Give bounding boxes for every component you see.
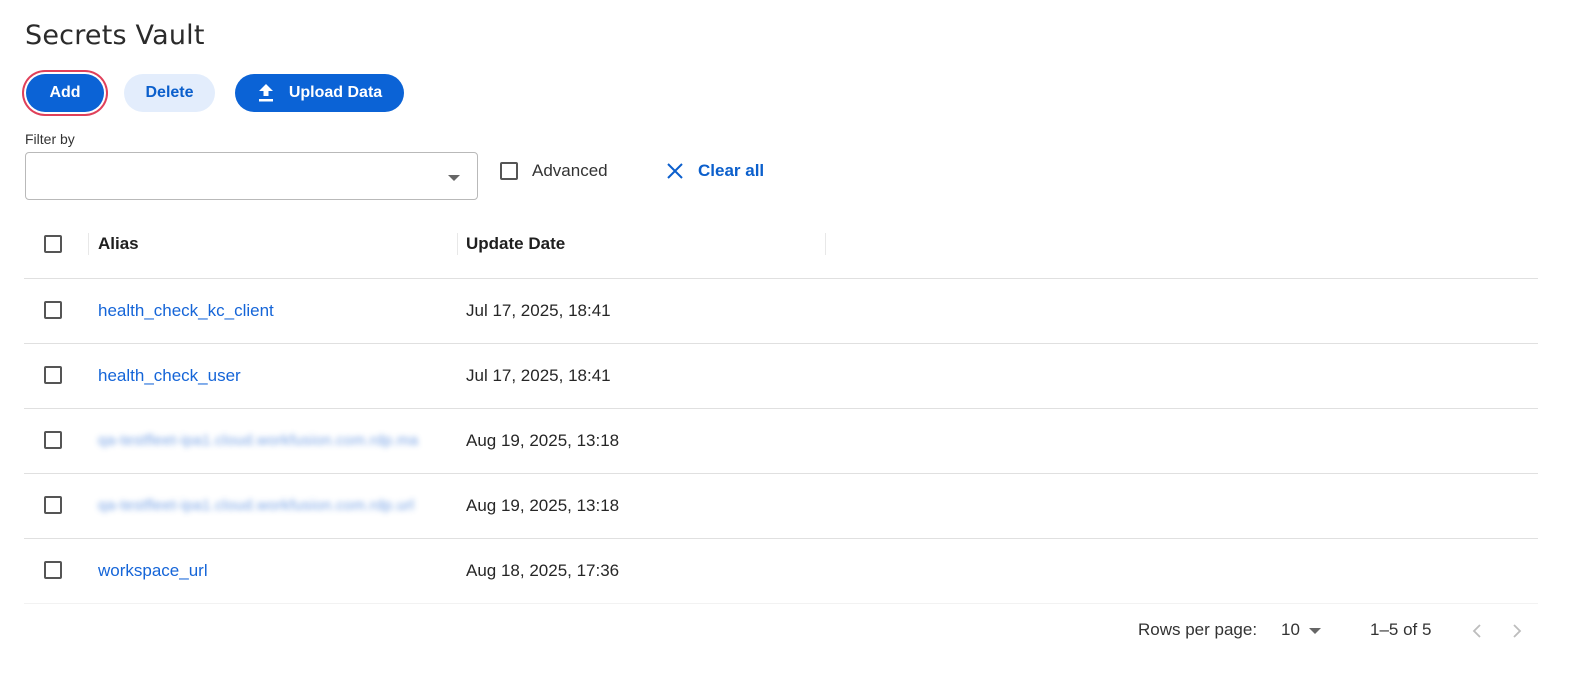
toolbar: Add Delete Upload Data [25,74,404,112]
alias-link[interactable]: health_check_kc_client [98,279,274,343]
alias-link[interactable]: health_check_user [98,344,241,408]
upload-data-label: Upload Data [288,84,383,101]
update-date: Aug 18, 2025, 17:36 [466,561,620,580]
column-header-alias[interactable]: Alias [98,212,139,278]
update-date: Aug 19, 2025, 13:18 [466,431,620,450]
column-separator [825,233,826,255]
table-header-row: Alias Update Date [24,212,1538,279]
secrets-vault-page: Secrets Vault Add Delete Upload Data Fil… [0,0,1596,679]
update-date: Aug 19, 2025, 13:18 [466,496,620,515]
page-range: 1–5 of 5 [1370,620,1432,639]
table-row: qa-testfleet-ipa1.cloud.workfusion.com.r… [24,409,1538,474]
row-checkbox[interactable] [44,561,62,579]
table-row: qa-testfleet-ipa1.cloud.workfusion.com.r… [24,474,1538,539]
chevron-down-icon[interactable] [1309,628,1321,634]
table-row: health_check_kc_client Jul 17, 2025, 18:… [24,279,1538,344]
close-icon [667,163,683,179]
column-separator [457,233,458,255]
update-date: Jul 17, 2025, 18:41 [466,366,611,385]
alias-link-redacted[interactable]: qa-testfleet-ipa1.cloud.workfusion.com.r… [98,409,418,473]
column-header-update-date[interactable]: Update Date [466,212,565,278]
advanced-toggle[interactable]: Advanced [500,160,608,182]
table-row: workspace_url Aug 18, 2025, 17:36 [24,539,1538,604]
upload-data-button[interactable]: Upload Data [235,74,404,112]
alias-link[interactable]: workspace_url [98,539,208,603]
select-all-checkbox[interactable] [44,235,62,253]
delete-button[interactable]: Delete [124,74,215,112]
rows-per-page-label: Rows per page: [1138,620,1258,639]
row-checkbox[interactable] [44,366,62,384]
column-separator [88,233,89,255]
advanced-label: Advanced [532,161,608,180]
pagination: Rows per page: 10 1–5 of 5 [0,620,1596,642]
rows-per-page-select[interactable]: 10 [1281,620,1300,640]
filter-label: Filter by [25,131,75,147]
upload-icon [258,84,273,102]
row-checkbox[interactable] [44,496,62,514]
page-title: Secrets Vault [25,20,205,51]
alias-link-redacted[interactable]: qa-testfleet-ipa1.cloud.workfusion.com.r… [98,474,414,538]
row-checkbox[interactable] [44,431,62,449]
filter-select[interactable] [25,152,478,200]
add-button[interactable]: Add [26,74,104,112]
chevron-left-icon[interactable] [1470,622,1484,640]
clear-all-label: Clear all [698,161,765,180]
secrets-table: Alias Update Date health_check_kc_client… [24,212,1538,604]
chevron-right-icon[interactable] [1510,622,1524,640]
advanced-checkbox[interactable] [500,162,518,180]
row-checkbox[interactable] [44,301,62,319]
clear-all-button[interactable]: Clear all [666,160,764,182]
table-row: health_check_user Jul 17, 2025, 18:41 [24,344,1538,409]
chevron-down-icon [448,175,460,181]
update-date: Jul 17, 2025, 18:41 [466,301,611,320]
